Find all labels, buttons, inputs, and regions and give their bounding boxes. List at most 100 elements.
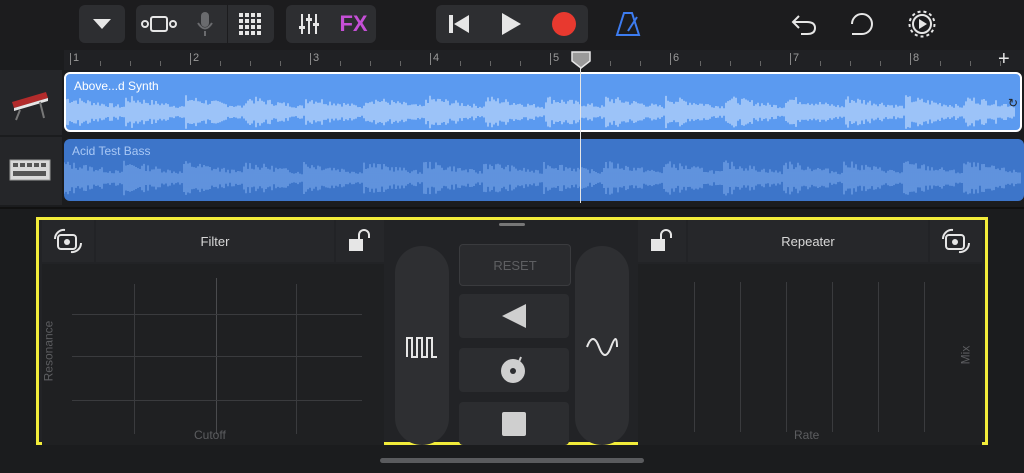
drum-machine-icon (9, 159, 51, 181)
filter-x-label: Cutoff (194, 428, 226, 442)
bar-number: 5 (553, 52, 560, 64)
playhead-handle[interactable] (571, 51, 591, 69)
synth-keyboard-icon (12, 92, 48, 121)
beat-tick (940, 61, 941, 66)
repeater-effect-switch-button[interactable] (930, 220, 982, 262)
bar-number: 6 (673, 52, 680, 64)
settings-icon (908, 10, 936, 38)
reset-label: RESET (493, 257, 537, 273)
bar-tick (670, 53, 671, 65)
beat-tick (820, 61, 821, 66)
sine-wave-icon (586, 338, 618, 356)
mixer-button[interactable] (286, 5, 331, 43)
beat-tick (340, 61, 341, 66)
bar-tick (430, 53, 431, 65)
mixer-icon (298, 14, 319, 34)
beat-tick (970, 61, 971, 66)
scratch-button[interactable] (459, 348, 569, 392)
beat-tick (100, 61, 101, 66)
filter-lock-button[interactable] (336, 220, 384, 262)
filter-title: Filter (96, 220, 334, 262)
metronome-icon (615, 12, 641, 36)
remix-fx-panel: Filter Cutoff Resonance RESET Repeater R… (36, 217, 988, 445)
beat-tick (400, 61, 401, 66)
loop-browser-button[interactable] (846, 8, 878, 40)
live-loops-button[interactable] (228, 5, 274, 43)
beat-tick (130, 61, 131, 66)
stop-icon (502, 411, 526, 436)
microphone-icon (196, 12, 213, 36)
synth-waveform (66, 95, 1015, 129)
beat-tick (850, 61, 851, 66)
settings-button[interactable] (906, 8, 938, 40)
beat-tick (490, 61, 491, 66)
playhead-line (580, 60, 581, 203)
bar-tick (310, 53, 311, 65)
bar-tick (550, 53, 551, 65)
microphone-button[interactable] (182, 5, 227, 43)
filter-xy-pad[interactable]: Cutoff Resonance (41, 264, 384, 445)
panel-drag-handle[interactable] (499, 223, 525, 226)
loop-marker-icon: ↻ (1007, 96, 1018, 110)
track-view-icon (141, 16, 177, 32)
add-section-button[interactable]: + (998, 48, 1010, 71)
bar-number: 2 (193, 52, 200, 64)
bar-tick (190, 53, 191, 65)
repeater-y-label: Mix (958, 345, 973, 365)
chevron-down-icon (93, 19, 111, 29)
tracks-view-button[interactable] (136, 5, 182, 43)
gate-icon (406, 337, 437, 358)
beat-tick (220, 61, 221, 66)
turntable-icon (501, 356, 525, 383)
region-bass[interactable]: Acid Test Bass (64, 139, 1024, 201)
track-menu-button[interactable] (79, 5, 125, 43)
beat-tick (640, 61, 641, 66)
repeater-x-label: Rate (794, 428, 820, 442)
reverse-button[interactable] (459, 294, 569, 338)
reset-button[interactable]: RESET (459, 244, 571, 286)
reverse-icon (502, 304, 526, 328)
beat-tick (460, 61, 461, 66)
record-button[interactable] (540, 5, 588, 43)
filter-effect-switch-button[interactable] (42, 220, 94, 262)
record-icon (552, 12, 576, 36)
unlock-icon (651, 229, 672, 251)
repeater-lock-button[interactable] (638, 220, 686, 262)
rewind-button[interactable] (436, 5, 482, 43)
effect-switch-icon (941, 228, 971, 254)
grid-icon (239, 13, 261, 35)
bar-number: 7 (793, 52, 800, 64)
divider (0, 207, 1024, 209)
beat-tick (880, 61, 881, 66)
beat-tick (280, 61, 281, 66)
track-header-synth[interactable] (0, 70, 62, 135)
beat-tick (370, 61, 371, 66)
bar-number: 3 (313, 52, 320, 64)
bar-tick (910, 53, 911, 65)
toolbar: FX (0, 0, 1024, 50)
repeater-title: Repeater (688, 220, 928, 262)
gate-pill[interactable] (395, 246, 449, 445)
play-icon (502, 13, 521, 35)
undo-button[interactable] (788, 8, 820, 40)
beat-tick (610, 61, 611, 66)
timeline-ruler[interactable]: 1 2 3 4 5 6 7 8 (64, 50, 1024, 70)
tape-stop-button[interactable] (459, 402, 569, 445)
undo-icon (791, 15, 817, 35)
loop-icon (851, 13, 873, 35)
beat-tick (160, 61, 161, 66)
beat-tick (250, 61, 251, 66)
repeater-xy-pad[interactable]: Rate Mix (638, 264, 982, 445)
bass-waveform (64, 160, 1021, 196)
play-button[interactable] (482, 5, 540, 43)
downsampler-pill[interactable] (575, 246, 629, 445)
track-header-bass[interactable] (0, 137, 62, 205)
filter-y-label: Resonance (41, 320, 56, 382)
bar-tick (790, 53, 791, 65)
region-synth[interactable]: Above...d Synth ↻ (64, 72, 1022, 132)
bar-number: 4 (433, 52, 440, 64)
metronome-button[interactable] (612, 8, 644, 40)
region-name: Acid Test Bass (72, 144, 151, 158)
fx-button[interactable]: FX (331, 5, 376, 43)
fx-label: FX (339, 11, 368, 36)
